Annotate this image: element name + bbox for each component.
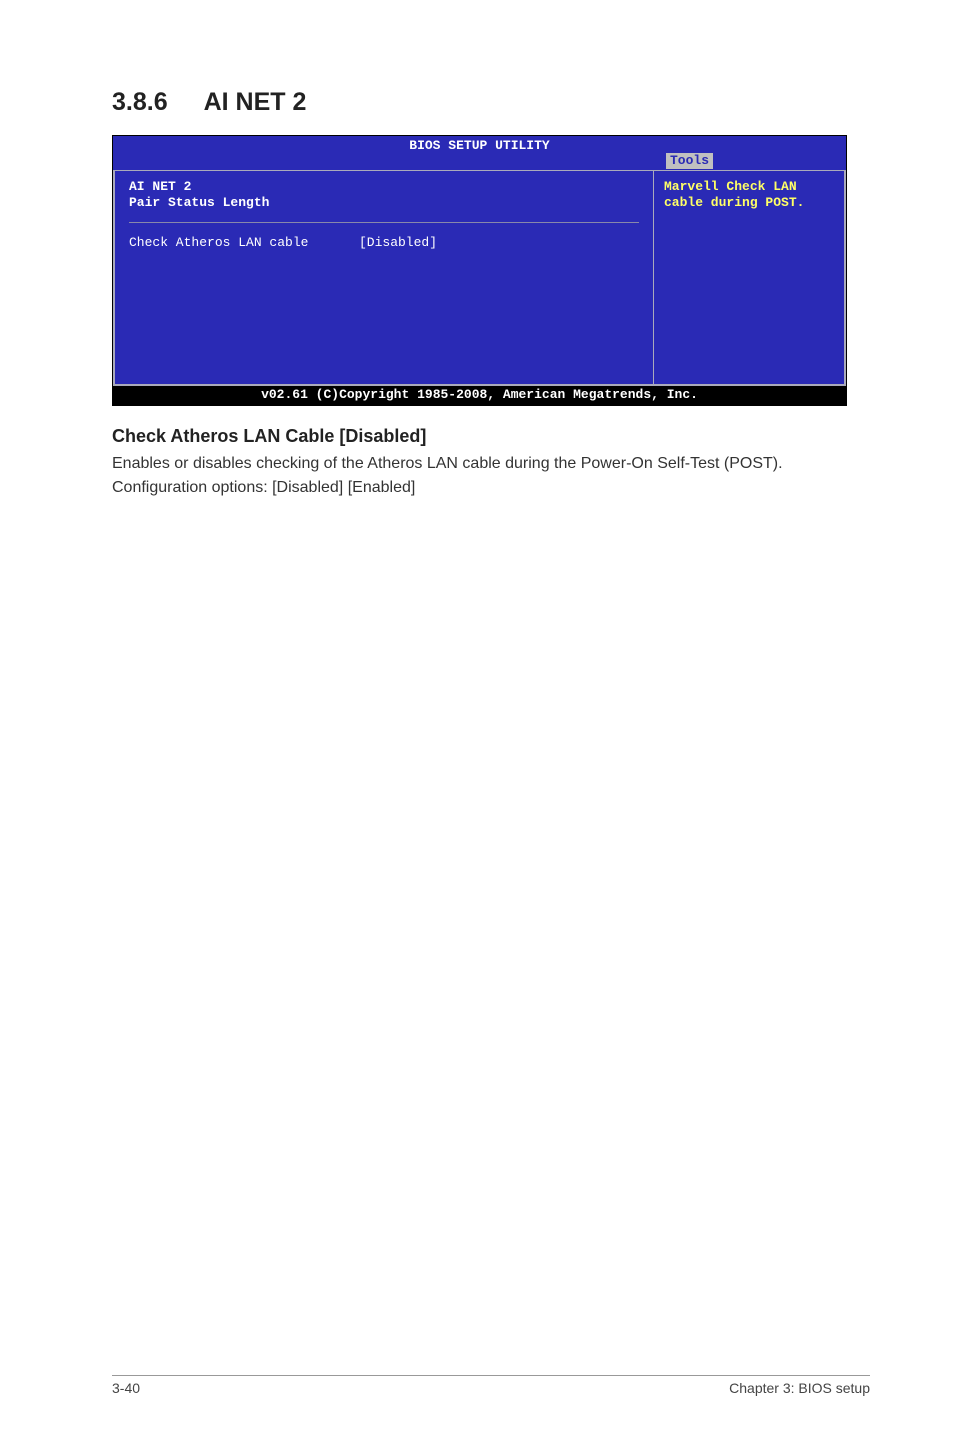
bios-tab-row: Tools — [113, 154, 846, 170]
bios-help-line2: cable during POST. — [664, 195, 834, 211]
bios-divider — [129, 222, 639, 223]
subsection-heading: Check Atheros LAN Cable [Disabled] — [112, 426, 870, 447]
bios-help-line1: Marvell Check LAN — [664, 179, 834, 195]
bios-left-pane: AI NET 2 Pair Status Length Check Athero… — [113, 171, 654, 386]
body-paragraph-1: Enables or disables checking of the Athe… — [112, 453, 870, 475]
bios-header-line1: AI NET 2 — [129, 179, 639, 195]
page-number: 3-40 — [112, 1380, 140, 1396]
section-heading: 3.8.6 AI NET 2 — [112, 88, 870, 117]
body-paragraph-2: Configuration options: [Disabled] [Enabl… — [112, 477, 870, 499]
chapter-label: Chapter 3: BIOS setup — [729, 1380, 870, 1396]
section-title: AI NET 2 — [204, 88, 307, 116]
bios-option-label: Check Atheros LAN cable — [129, 235, 359, 251]
bios-copyright: v02.61 (C)Copyright 1985-2008, American … — [113, 386, 846, 405]
page-footer: 3-40 Chapter 3: BIOS setup — [112, 1375, 870, 1396]
bios-header-line2: Pair Status Length — [129, 195, 639, 211]
bios-body: AI NET 2 Pair Status Length Check Athero… — [113, 170, 846, 386]
bios-window: BIOS SETUP UTILITY Tools AI NET 2 Pair S… — [112, 135, 847, 406]
section-number: 3.8.6 — [112, 88, 168, 117]
bios-option-value: [Disabled] — [359, 235, 437, 250]
bios-help-pane: Marvell Check LAN cable during POST. — [654, 171, 846, 386]
bios-option-row[interactable]: Check Atheros LAN cable[Disabled] — [129, 235, 639, 251]
bios-title-row: BIOS SETUP UTILITY — [113, 136, 846, 154]
bios-title: BIOS SETUP UTILITY — [409, 138, 549, 153]
bios-active-tab[interactable]: Tools — [666, 153, 713, 169]
